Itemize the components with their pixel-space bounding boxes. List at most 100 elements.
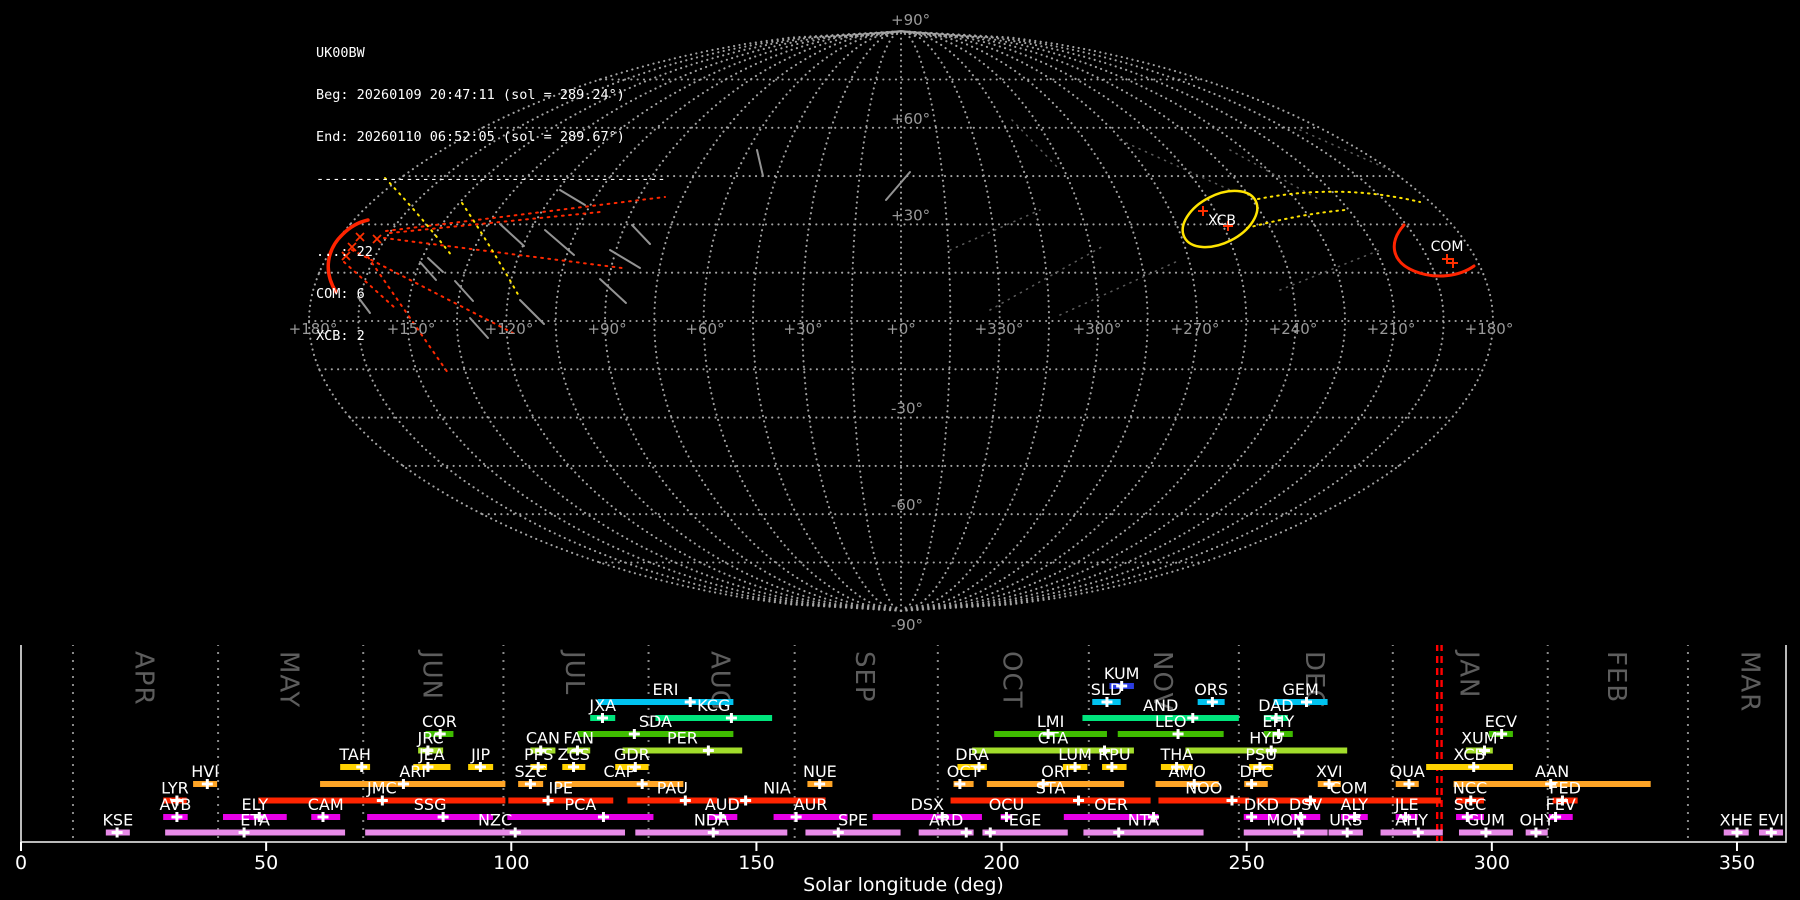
shower-label-pau: PAU: [657, 779, 688, 798]
month-label-oct: OCT: [996, 651, 1026, 709]
shower-label-nda: NDA: [694, 811, 729, 830]
shower-label-qua: QUA: [1390, 762, 1425, 781]
map-lon-label: +210°: [1367, 320, 1416, 338]
shower-label-ors: ORS: [1194, 680, 1228, 699]
month-label-jun: JUN: [416, 649, 446, 700]
com-count: COM: 6: [316, 286, 365, 302]
shower-label-oct: OCT: [947, 762, 981, 781]
map-lon-label: +30°: [783, 320, 822, 338]
shower-activity-chart: APR MAY JUN JUL AUG SEP OCT NOV DEC JAN FEB MARKUME…: [15, 645, 1787, 896]
observation-info-block: UK00BW Beg: 20260109 20:47:11 (sol = 289…: [316, 18, 666, 371]
map-lon-label: +60°: [685, 320, 724, 338]
sporadic-count: ...: 22: [316, 244, 373, 260]
sporadic-meteor-segment: [885, 171, 911, 201]
shower-label-leo: LEO: [1155, 712, 1187, 731]
shower-label-sta: STA: [1036, 779, 1066, 798]
axis-title: Solar longitude (deg): [803, 874, 1004, 896]
shower-label-jip: JIP: [470, 745, 490, 764]
sporadic-faint-trail: [949, 209, 1041, 251]
shower-bar-ipe: [508, 797, 614, 804]
shower-label-szc: SZC: [514, 762, 546, 781]
shower-label-jxa: JXA: [588, 696, 616, 715]
month-label-apr: APR: [129, 651, 159, 706]
sporadic-faint-trail: [1279, 249, 1381, 291]
axis-tick-label: 50: [254, 852, 278, 874]
map-lon-label: +240°: [1269, 320, 1318, 338]
month-label-feb: FEB: [1601, 651, 1631, 703]
shower-bar-pau: [627, 797, 718, 804]
map-lat-label: -90°: [891, 616, 923, 634]
shower-label-jmc: JMC: [366, 779, 397, 798]
shower-label-hvi: HVI: [191, 762, 219, 781]
map-lat-label: -30°: [891, 400, 923, 418]
shower-bar-spe: [805, 829, 901, 836]
map-lon-label: +0°: [886, 320, 916, 338]
axis-tick-label: 250: [1229, 852, 1265, 874]
shower-bar-pca: [507, 814, 654, 820]
axis-tick-label: 300: [1474, 852, 1510, 874]
shower-label-ard: ARD: [929, 811, 963, 830]
begin-time: Beg: 20260109 20:47:11 (sol = 289.24°): [316, 87, 625, 103]
shower-bar-ahy: [1380, 829, 1443, 836]
sporadic-faint-trail: [1119, 139, 1231, 191]
end-time: End: 20260110 06:52:05 (sol = 289.67°): [316, 129, 625, 145]
xcb-drift-curve: [1257, 190, 1421, 203]
sporadic-faint-trail: [1299, 129, 1391, 171]
shower-label-dpc: DPC: [1239, 762, 1272, 781]
shower-label-pca: PCA: [565, 795, 597, 814]
shower-label-sld: SLD: [1091, 680, 1122, 699]
map-lat-label: +90°: [891, 11, 930, 29]
shower-label-ssg: SSG: [414, 795, 447, 814]
shower-label-nia: NIA: [763, 779, 791, 798]
radiant-label-com: COM: [1431, 239, 1464, 255]
shower-bar-ari: [320, 781, 506, 787]
axis-tick-label: 350: [1719, 852, 1755, 874]
map-lat-label: +60°: [891, 110, 930, 128]
shower-label-noo: NOO: [1185, 779, 1222, 798]
shower-bar-sda: [577, 731, 734, 737]
shower-label-nue: NUE: [803, 762, 837, 781]
map-lat-label: +30°: [891, 206, 930, 224]
shower-label-ahy: AHY: [1395, 811, 1428, 830]
separator-line: ----------------------------------------…: [316, 171, 666, 187]
axis-tick-label: 200: [983, 852, 1019, 874]
map-lon-label: +270°: [1171, 320, 1220, 338]
month-label-mar: MAR: [1735, 651, 1765, 712]
station-id: UK00BW: [316, 45, 365, 61]
shower-label-avb: AVB: [160, 795, 192, 814]
shower-label-mon: MON: [1266, 811, 1304, 830]
shower-label-rpu: RPU: [1098, 745, 1130, 764]
meteor-radiant-screen: UK00BW Beg: 20260109 20:47:11 (sol = 289…: [0, 0, 1800, 900]
shower-label-aur: AUR: [794, 795, 828, 814]
sporadic-faint-trail: [989, 244, 1106, 311]
axis-tick-label: 0: [15, 852, 27, 874]
shower-bar-leo: [1117, 731, 1224, 737]
shower-label-cap: CAP: [604, 762, 636, 781]
radiant-label-xcb: XCB: [1208, 213, 1236, 229]
month-label-jul: JUL: [559, 649, 589, 695]
map-lon-label: +180°: [1465, 320, 1514, 338]
shower-label-tah: TAH: [338, 745, 371, 764]
shower-label-gum: GUM: [1467, 811, 1505, 830]
shower-label-urs: URS: [1329, 811, 1362, 830]
map-lat-label: -60°: [891, 496, 923, 514]
shower-bar-nzc: [365, 829, 626, 836]
shower-label-kcg: KCG: [697, 696, 730, 715]
shower-label-eta: ETA: [240, 811, 270, 830]
sporadic-meteor-segment: [756, 149, 764, 177]
sporadic-faint-trail: [1059, 259, 1181, 316]
sky-map-projection: XCBCOM+90°+60°+30°-30°-60°-90°+180° +150°…: [289, 11, 1514, 634]
shower-label-spe: SPE: [838, 811, 868, 830]
shower-bar-mon: [1243, 829, 1328, 836]
shower-label-per: PER: [667, 729, 698, 748]
axis-tick-label: 150: [738, 852, 774, 874]
shower-label-ohy: OHY: [1519, 811, 1554, 830]
shower-label-ari: ARI: [399, 762, 426, 781]
xcb-count: XCB: 2: [316, 328, 365, 344]
shower-label-xhe: XHE: [1720, 811, 1753, 830]
month-label-jan: JAN: [1453, 649, 1483, 698]
shower-label-eri: ERI: [652, 680, 678, 699]
shower-label-zcs: ZCS: [558, 745, 590, 764]
shower-bar-kcg: [655, 715, 773, 721]
shower-bar-ssg: [367, 814, 494, 820]
